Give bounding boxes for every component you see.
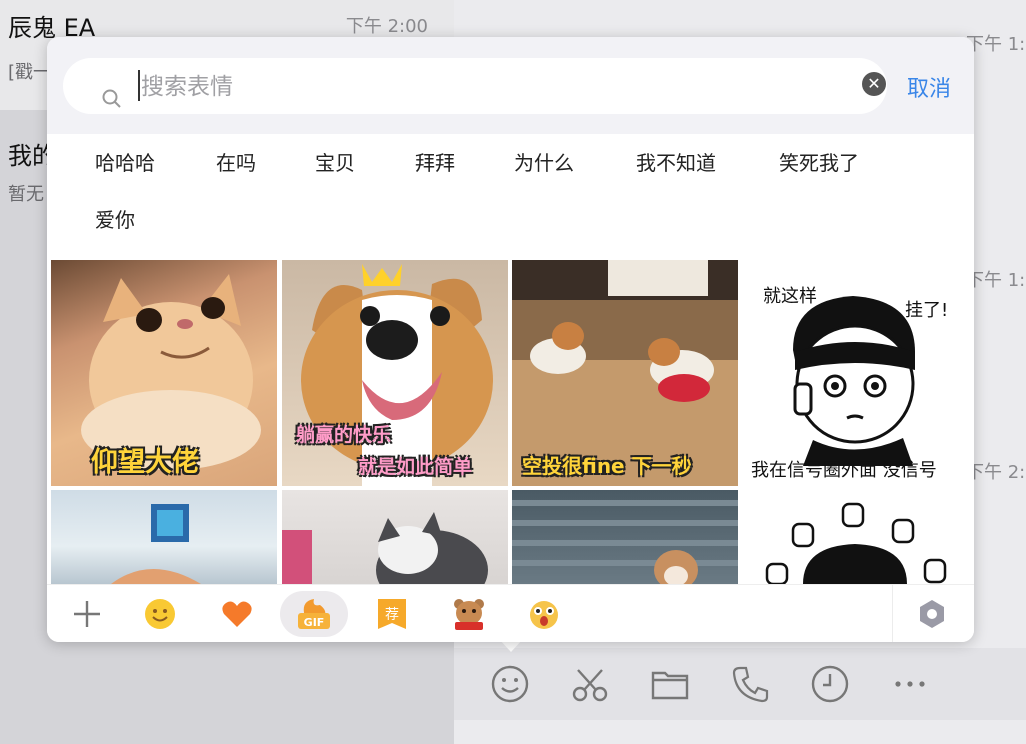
search-box[interactable]: ✕ [63, 58, 887, 114]
bear-sticker-icon[interactable] [439, 591, 499, 637]
sticker-sea[interactable] [51, 490, 277, 584]
tag-chip[interactable]: 拜拜 [415, 147, 455, 176]
cat-2-image [282, 512, 488, 584]
tag-chip[interactable]: 爱你 [95, 204, 135, 233]
sticker-cat-2[interactable] [282, 490, 508, 584]
recommend-label: 荐 [385, 607, 399, 623]
emoji-icon[interactable] [488, 662, 532, 706]
chat-time: 下午 2:00 [345, 16, 428, 37]
tag-chip[interactable]: 在吗 [216, 147, 256, 176]
sticker-cat[interactable]: 仰望大佬 [51, 260, 277, 486]
message-time: 下午 1: [966, 34, 1026, 55]
chat-toolbar [454, 648, 1026, 720]
tag-chip[interactable]: 宝贝 [315, 147, 355, 176]
sticker-manga[interactable]: 就这样 挂了! 我在信号圈外面 没信号 [743, 260, 969, 486]
sticker-caption: 就是如此简单 [358, 456, 473, 478]
message-time: 下午 1: [966, 270, 1026, 291]
chat-preview: 暂无 [8, 184, 44, 205]
sticker-text: 我在信号圈外面 没信号 [751, 460, 937, 481]
emoji-panel: ✕ 取消 哈哈哈 在吗 宝贝 拜拜 为什么 我不知道 笑死我了 爱你 仰望大佬 [47, 37, 974, 642]
tag-chip[interactable]: 笑死我了 [779, 147, 859, 176]
sticker-caption: 仰望大佬 [91, 447, 199, 478]
tag-chip[interactable]: 哈哈哈 [95, 147, 155, 176]
tag-chip[interactable]: 为什么 [514, 147, 574, 176]
folder-icon[interactable] [648, 662, 692, 706]
scissors-icon[interactable] [568, 662, 612, 706]
smiley-icon[interactable] [130, 591, 190, 637]
sticker-tab-bar: GIF 荐 [47, 584, 974, 642]
clear-icon[interactable]: ✕ [862, 72, 886, 96]
search-bar: ✕ 取消 [47, 37, 974, 134]
tab-separator [892, 585, 893, 642]
sticker-corgi[interactable]: 躺赢的快乐 就是如此简单 [282, 260, 508, 486]
sea-image [111, 504, 201, 584]
sticker-two-corgis[interactable]: 空投很fine 下一秒 [512, 260, 738, 486]
search-input[interactable] [139, 70, 843, 104]
phone-icon[interactable] [728, 662, 772, 706]
message-time: 下午 2: [966, 462, 1026, 483]
settings-icon[interactable] [902, 591, 962, 637]
sticker-text: 挂了! [905, 300, 949, 321]
sticker-text: 就这样 [763, 286, 817, 307]
gif-label: GIF [304, 616, 325, 629]
sticker-thumbs[interactable] [743, 490, 969, 584]
recommend-icon[interactable]: 荐 [362, 591, 422, 637]
clock-icon[interactable] [808, 662, 852, 706]
more-icon[interactable] [888, 662, 932, 706]
thumbs-up-image [765, 502, 947, 584]
search-icon [102, 89, 121, 108]
plus-icon[interactable] [57, 591, 117, 637]
sticker-caption: 空投很fine 下一秒 [522, 454, 692, 478]
gif-icon[interactable]: GIF [280, 591, 348, 637]
shocked-sticker-icon[interactable] [514, 591, 574, 637]
sticker-caption: 躺赢的快乐 [296, 424, 392, 446]
cancel-button[interactable]: 取消 [907, 71, 951, 103]
heart-icon[interactable] [207, 591, 267, 637]
puppy-image [512, 500, 738, 584]
sticker-puppy[interactable] [512, 490, 738, 584]
chat-preview: [戳一 [8, 62, 52, 83]
tag-chip[interactable]: 我不知道 [636, 147, 716, 176]
